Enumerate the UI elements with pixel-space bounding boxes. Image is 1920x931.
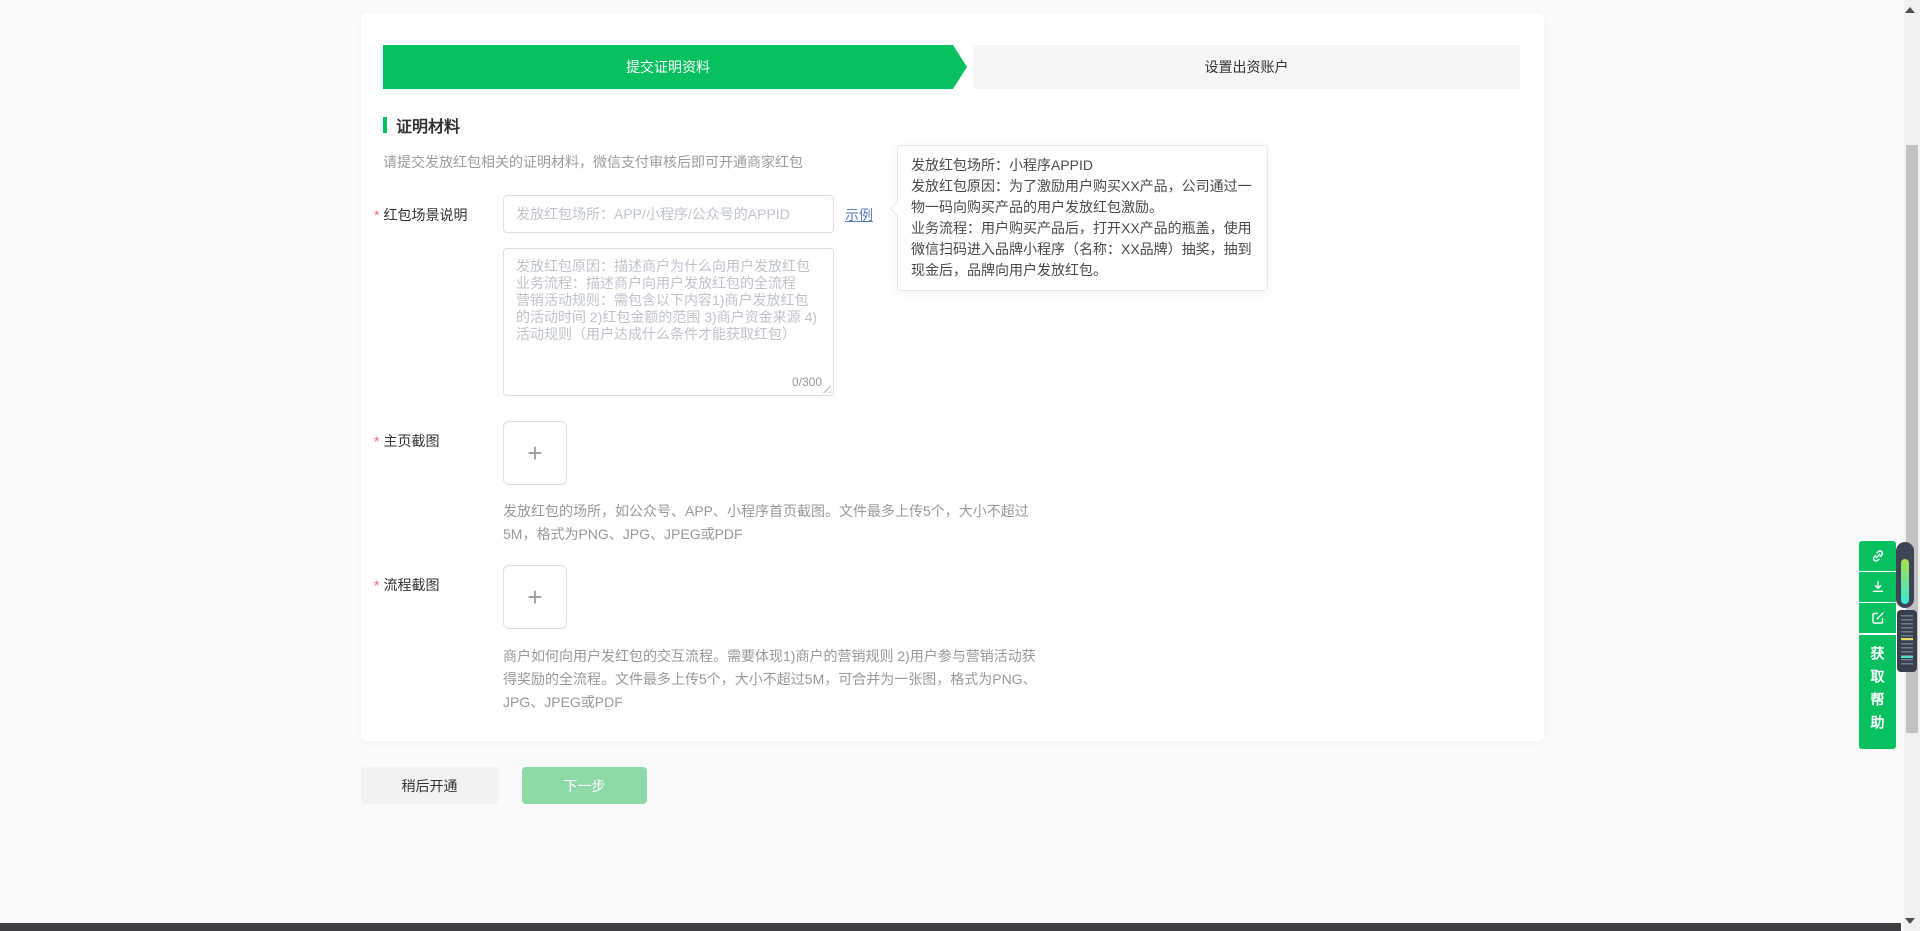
download-icon — [1870, 579, 1886, 595]
step-label: 提交证明资料 — [626, 57, 710, 77]
example-link[interactable]: 示例 — [845, 205, 873, 225]
home-screenshot-upload-button[interactable]: + — [503, 421, 567, 485]
scroll-marker-pill[interactable] — [1896, 542, 1914, 608]
scene-description-textarea[interactable]: 发放红包原因：描述商户为什么向用户发放红包 业务流程：描述商户向用户发放红包的全… — [503, 248, 834, 396]
scene-field-label: * 红包场景说明 — [374, 207, 467, 223]
scroll-down-arrow[interactable] — [1905, 918, 1915, 924]
floating-toolbar: 获取帮助 — [1859, 541, 1896, 749]
open-later-button[interactable]: 稍后开通 — [361, 767, 498, 804]
required-mark: * — [374, 577, 379, 593]
tooltip-line: 业务流程：用户购买产品后，打开XX产品的瓶盖，使用微信扫码进入品牌小程序（名称：… — [911, 218, 1254, 281]
textarea-placeholder-line: 发放红包原因：描述商户为什么向用户发放红包 — [516, 258, 821, 275]
step-label: 设置出资账户 — [1205, 57, 1289, 77]
tooltip-line: 发放红包原因：为了激励用户购买XX产品，公司通过一物一码向购买产品的用户发放红包… — [911, 176, 1254, 218]
scroll-marker-gradient — [1901, 559, 1909, 604]
next-step-button[interactable]: 下一步 — [522, 767, 647, 804]
tooltip-line: 发放红包场所：小程序APPID — [911, 155, 1254, 176]
scene-appid-input[interactable] — [503, 195, 834, 233]
edit-icon — [1870, 610, 1886, 626]
home-label-text: 主页截图 — [383, 433, 439, 449]
flow-screenshot-hint: 商户如何向用户发红包的交互流程。需要体现1)商户的营销规则 2)用户参与营销活动… — [503, 645, 1043, 714]
step-submit-materials: 提交证明资料 — [383, 45, 967, 89]
required-mark: * — [374, 207, 379, 223]
textarea-placeholder-line: 业务流程：描述商户向用户发放红包的全流程 — [516, 275, 821, 292]
download-button[interactable] — [1859, 572, 1896, 602]
textarea-resize-handle[interactable] — [821, 383, 831, 393]
flow-label-text: 流程截图 — [383, 577, 439, 593]
flow-screenshot-upload-button[interactable]: + — [503, 565, 567, 629]
scroll-marker-yellow-line — [1901, 638, 1913, 640]
section-accent-bar — [383, 117, 387, 133]
feedback-button[interactable] — [1859, 603, 1896, 633]
scroll-up-arrow[interactable] — [1905, 7, 1915, 13]
home-screenshot-hint: 发放红包的场所，如公众号、APP、小程序首页截图。文件最多上传5个，大小不超过5… — [503, 500, 1039, 546]
char-counter: 0/300 — [792, 375, 822, 389]
required-mark: * — [374, 433, 379, 449]
section-title: 证明材料 — [396, 113, 460, 137]
bottom-bar — [0, 923, 1901, 931]
example-tooltip: 发放红包场所：小程序APPID 发放红包原因：为了激励用户购买XX产品，公司通过… — [897, 145, 1268, 291]
section-header: 证明材料 — [383, 114, 460, 136]
plus-icon: + — [527, 440, 542, 466]
scroll-marker-cyan-line — [1901, 656, 1913, 658]
get-help-label: 获取帮助 — [1868, 646, 1888, 738]
textarea-placeholder-line: 营销活动规则：需包含以下内容1)商户发放红包的活动时间 2)红包金额的范围 3)… — [516, 292, 821, 343]
plus-icon: + — [527, 584, 542, 610]
flow-screenshot-label: * 流程截图 — [374, 577, 439, 593]
share-link-button[interactable] — [1859, 541, 1896, 571]
step-set-funding-account: 设置出资账户 — [973, 45, 1520, 89]
scroll-marker-stripes[interactable] — [1897, 610, 1917, 672]
section-subtitle: 请提交发放红包相关的证明材料，微信支付审核后即可开通商家红包 — [383, 152, 803, 172]
scroll-marker-lines — [1901, 615, 1913, 667]
home-screenshot-label: * 主页截图 — [374, 433, 439, 449]
scene-label-text: 红包场景说明 — [383, 207, 467, 223]
link-icon — [1870, 548, 1886, 564]
get-help-button[interactable]: 获取帮助 — [1859, 635, 1896, 749]
